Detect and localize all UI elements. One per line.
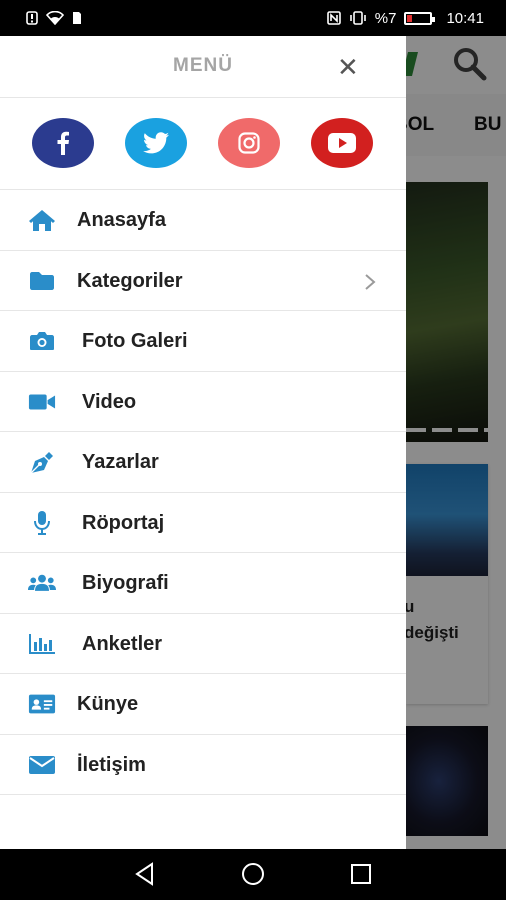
drawer-header: MENÜ ✕ [0,36,406,98]
pen-icon [28,450,56,474]
battery-percent: %7 [374,9,397,27]
instagram-button[interactable] [218,118,280,168]
menu-item-kategoriler[interactable]: Kategoriler [0,251,406,311]
menu-label: Video [82,390,137,413]
folder-icon [28,269,56,293]
menu-item-biyografi[interactable]: Biyografi [0,553,406,614]
menu-item-video[interactable]: Video [0,372,406,432]
microphone-icon [28,510,56,535]
facebook-icon [57,131,69,155]
side-menu-drawer: MENÜ ✕ Anasayfa Kategoriler Foto Galeri … [0,36,406,849]
close-icon[interactable]: ✕ [337,54,359,80]
recents-icon[interactable] [350,862,372,886]
social-links [0,98,406,190]
status-right: %7 10:41 [326,9,484,27]
menu-label: Yazarlar [82,451,159,473]
camera-icon [28,329,56,353]
battery-icon [404,11,436,25]
home-button-icon[interactable] [241,862,265,886]
menu-item-yazarlar[interactable]: Yazarlar [0,432,406,493]
menu-label: Anasayfa [77,209,166,231]
home-icon [28,208,56,232]
sim-icon [73,12,81,24]
nfc-icon [326,11,341,25]
menu-label: Kategoriler [77,269,183,292]
video-icon [28,390,56,414]
youtube-button[interactable] [311,118,373,168]
id-card-icon [28,692,56,716]
wifi-icon [46,11,64,25]
menu-label: Biyografi [82,572,169,594]
menu-label: İletişim [77,753,146,776]
vibrate-icon [349,11,366,25]
facebook-button[interactable] [32,118,94,168]
instagram-icon [238,132,260,154]
menu-label: Anketler [82,632,163,655]
menu-item-anasayfa[interactable]: Anasayfa [0,190,406,251]
menu-item-roportaj[interactable]: Röportaj [0,493,406,553]
twitter-icon [143,132,169,154]
system-nav-bar [0,849,506,900]
bar-chart-icon [28,632,56,656]
chevron-right-icon [365,273,376,290]
envelope-icon [28,753,56,777]
menu-item-iletisim[interactable]: İletişim [0,735,406,795]
menu-item-anketler[interactable]: Anketler [0,614,406,674]
menu-label: Röportaj [82,511,165,534]
twitter-button[interactable] [125,118,187,168]
users-icon [28,571,56,595]
status-left [26,11,82,25]
youtube-icon [328,133,356,153]
status-bar: %7 10:41 [0,0,506,36]
menu-label: Foto Galeri [82,330,188,352]
menu-label: Künye [77,693,139,715]
menu-item-kunye[interactable]: Künye [0,674,406,735]
notification-icon [26,11,38,25]
back-icon[interactable] [134,862,156,886]
clock: 10:41 [446,9,484,27]
menu-item-foto-galeri[interactable]: Foto Galeri [0,311,406,372]
